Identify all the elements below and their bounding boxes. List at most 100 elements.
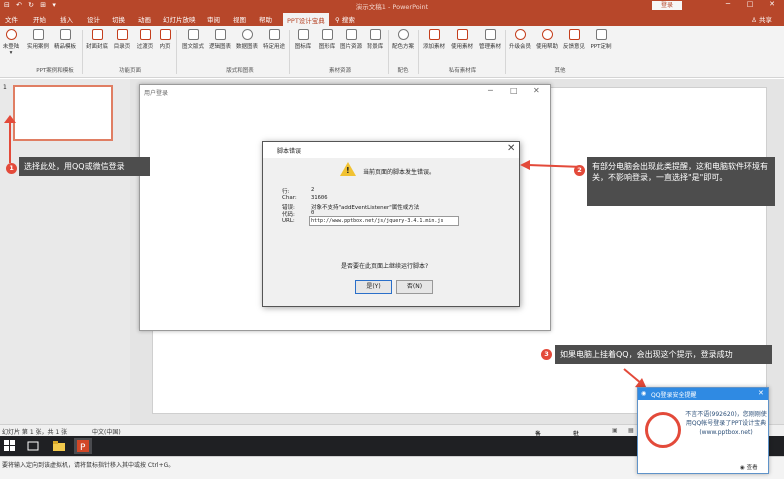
tab-transitions[interactable]: 切换 [112,14,125,24]
dialog-title: 脚本错误 [277,148,302,155]
color-scheme-button[interactable]: 配色方案 [389,29,417,50]
background-icon [369,29,381,40]
content-page-button[interactable]: 内页 [151,29,179,50]
close-icon[interactable]: ✕ [758,389,764,397]
ribbon-divider [176,30,177,74]
use-material-button[interactable]: 使用素材 [448,29,476,50]
tab-file[interactable]: 文件 [5,14,18,24]
shape-library-icon [321,29,333,40]
upgrade-label: 升级会员 [508,44,531,50]
view-link[interactable]: ◉ 查看 [740,463,758,471]
share-button[interactable]: ♙ 共享 [751,14,772,24]
normal-view-icon[interactable]: ▣ [612,427,618,434]
cover-icon [91,29,103,40]
use-mat-label: 使用素材 [450,44,473,50]
tab-insert[interactable]: 插入 [60,14,73,24]
cases-label: 实用案例 [26,44,49,50]
add-material-button[interactable]: 添加素材 [420,29,448,50]
callout-badge-2: 2 [574,165,585,176]
svg-text:P: P [80,443,86,452]
chevron-down-icon: ▾ [9,50,13,56]
manage-material-button[interactable]: 管理素材 [476,29,504,50]
group-label-color: 配色 [397,68,409,74]
tab-animations[interactable]: 动画 [138,14,151,24]
ppt-custom-button[interactable]: PPT定制 [587,29,615,50]
help-icon [541,29,553,40]
task-view-icon[interactable] [27,440,39,452]
slide-sorter-icon[interactable]: ▦ [628,427,634,434]
vm-prompt-text: 要将输入定向到该虚拟机，请将鼠标指针移入其中或按 Ctrl+G。 [2,462,175,469]
field-value-line: 2 [311,187,315,193]
minimize-icon[interactable]: ─ [488,86,493,95]
tab-help[interactable]: 帮助 [259,14,272,24]
maximize-icon[interactable]: □ [510,86,518,95]
share-label: 共享 [759,16,772,24]
user-icon [5,29,17,40]
bg-lib-label: 背景库 [366,44,384,50]
custom-label: PPT定制 [590,44,612,50]
yes-button[interactable]: 是(Y) [355,280,392,294]
help-button[interactable]: 使用帮助 [533,29,561,50]
tab-slideshow[interactable]: 幻灯片放映 [163,14,196,24]
tab-review[interactable]: 审阅 [207,14,220,24]
cover-label: 封面封底 [85,44,108,50]
slide-thumbnail[interactable] [13,85,113,141]
toc-label: 目录页 [113,44,131,50]
toc-icon [116,29,128,40]
templates-label: 精品模板 [53,44,76,50]
background-library-button[interactable]: 背景库 [361,29,389,50]
tab-design[interactable]: 设计 [87,14,100,24]
cases-button[interactable]: 实用案例 [24,29,52,50]
monitor-icon [32,29,44,40]
error-heading: 当前页面的脚本发生错误。 [363,169,436,176]
data-chart-button[interactable]: 数据图表 [233,29,261,50]
view-label: 查看 [746,465,758,471]
callout-3: 如果电脑上挂着QQ，会出现这个提示，登录成功 [555,345,772,364]
group-label-other: 其他 [554,68,566,74]
custom-icon [595,29,607,40]
close-icon[interactable]: ✕ [507,143,515,154]
upgrade-button[interactable]: 升级会员 [506,29,534,50]
group-label-layout: 版式和图表 [226,68,254,74]
language-status[interactable]: 中文(中国) [92,427,121,436]
feedback-button[interactable]: 反馈意见 [560,29,588,50]
special-use-button[interactable]: 特定用途 [260,29,288,50]
text-layout-button[interactable]: 图文版式 [179,29,207,50]
special-icon [268,29,280,40]
special-label: 特定用途 [262,44,285,50]
slide-number: 1 [3,84,7,91]
templates-button[interactable]: 精品模板 [51,29,79,50]
icon-lib-label: 图标库 [294,44,312,50]
logic-chart-button[interactable]: 逻辑图表 [206,29,234,50]
content-label: 内页 [159,44,171,50]
tab-search[interactable]: ⚲ 搜索 [335,14,355,24]
pic-lib-label: 图形库 [318,44,336,50]
no-button[interactable]: 否(N) [396,280,433,294]
manage-mat-label: 管理素材 [478,44,501,50]
restore-icon[interactable]: □ [740,0,760,8]
login-button[interactable]: 登录 [652,1,682,10]
powerpoint-task-active[interactable]: P [74,438,92,454]
tab-view[interactable]: 视图 [233,14,246,24]
minimize-icon[interactable]: ─ [718,0,738,8]
qq-popup-title: QQ登录安全提醒 [651,392,697,399]
script-error-dialog: 脚本错误 ✕ ! 当前页面的脚本发生错误。 行: 2 Char: 31606 错… [262,141,520,307]
file-explorer-icon[interactable] [53,440,65,452]
add-mat-label: 添加素材 [422,44,445,50]
logic-label: 逻辑图表 [208,44,231,50]
tab-home[interactable]: 开始 [33,14,46,24]
close-icon[interactable]: ✕ [533,86,540,95]
add-icon [428,29,440,40]
diamond-icon [514,29,526,40]
close-icon[interactable]: ✕ [762,0,782,8]
ribbon: 未登陆 ▾ 实用案例 精品模板 PPT案例和模板 封面封底 目录页 过渡页 内页 … [0,26,784,78]
callout-1: 选择此处，用QQ或微信登录 [19,157,150,176]
help-label: 使用帮助 [535,44,558,50]
windows-start-icon[interactable] [4,440,16,452]
tab-ppt-design[interactable]: PPT设计宝典 [283,13,329,26]
cover-button[interactable]: 封面封底 [83,29,111,50]
not-logged-in-button[interactable]: 未登陆 ▾ [0,29,25,56]
exclamation-icon: ! [346,166,350,175]
field-value-url: http://www.pptbox.net/js/jquery-3.4.1.mi… [311,218,444,224]
group-label-private: 私有素材库 [448,68,477,74]
